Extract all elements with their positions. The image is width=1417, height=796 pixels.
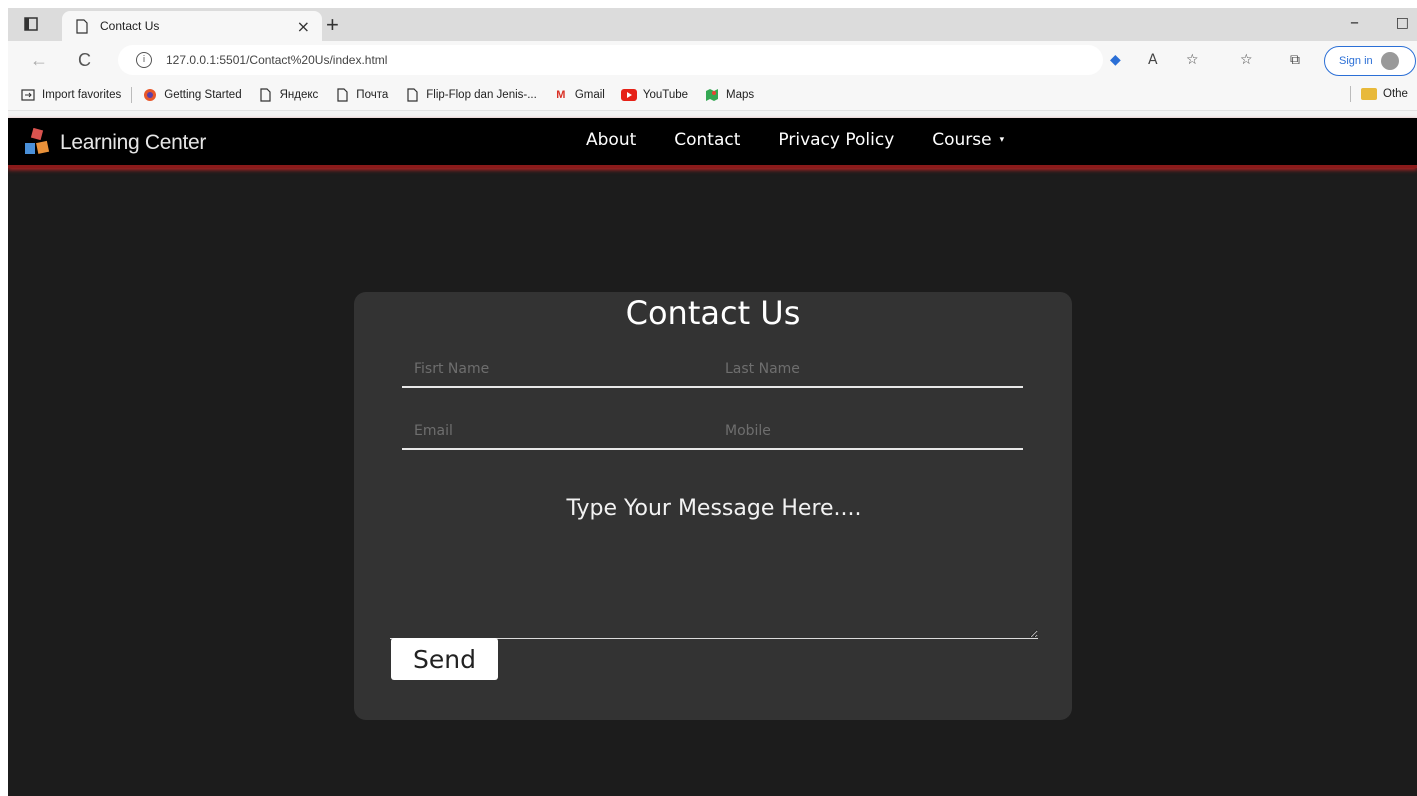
firefox-icon <box>142 88 158 102</box>
tab-strip: Contact Us × + – □ <box>8 8 1417 41</box>
new-tab-button[interactable]: + <box>326 12 339 38</box>
address-url[interactable]: 127.0.0.1:5501/Contact%20Us/index.html <box>166 53 387 67</box>
avatar <box>1380 52 1399 70</box>
send-button[interactable]: Send <box>391 638 498 680</box>
mobile-input[interactable] <box>723 418 997 444</box>
name-row <box>402 350 1023 388</box>
brand[interactable]: Learning Center <box>24 127 207 158</box>
favorite-import[interactable]: Import favorites <box>20 88 121 102</box>
maps-icon <box>704 88 720 102</box>
tab-actions-icon <box>24 17 38 31</box>
favorite-label: Яндекс <box>279 89 319 101</box>
nav-links: About Contact Privacy Policy Course ▾ <box>586 130 1042 150</box>
favorite-yandex[interactable]: Яндекс <box>258 88 319 102</box>
last-name-input[interactable] <box>723 356 997 382</box>
sign-in-label: Sign in <box>1339 55 1373 67</box>
message-textarea[interactable] <box>390 486 1038 639</box>
import-icon <box>20 88 36 102</box>
form-title: Contact Us <box>625 294 801 332</box>
page-icon <box>334 88 350 102</box>
logo-icon <box>24 127 50 158</box>
info-icon[interactable]: i <box>136 52 152 68</box>
other-favorites-label: Othe <box>1383 88 1408 100</box>
favorite-maps[interactable]: Maps <box>704 88 754 102</box>
read-aloud-icon[interactable]: A <box>1148 52 1158 68</box>
favorite-label: Flip-Flop dan Jenis-... <box>426 89 537 101</box>
favorite-flip-flop[interactable]: Flip-Flop dan Jenis-... <box>404 88 537 102</box>
favorite-youtube[interactable]: YouTube <box>620 88 689 102</box>
youtube-icon <box>620 88 637 102</box>
favorite-label: Gmail <box>574 89 605 101</box>
other-favorites[interactable]: Othe <box>1350 86 1408 102</box>
page-icon <box>76 18 90 34</box>
nav-about[interactable]: About <box>586 130 636 150</box>
tab-close-icon[interactable]: × <box>297 17 310 36</box>
sign-in-button[interactable]: Sign in <box>1324 46 1416 76</box>
tab-title: Contact Us <box>100 19 160 33</box>
favorite-label: Maps <box>726 89 755 101</box>
favorites-separator <box>1350 86 1351 102</box>
page-icon <box>404 88 420 102</box>
tab-actions-button[interactable] <box>22 16 40 32</box>
email-input[interactable] <box>412 418 686 444</box>
refresh-icon[interactable]: C <box>78 50 91 71</box>
maximize-icon[interactable]: □ <box>1396 15 1409 31</box>
favorite-getting-started[interactable]: Getting Started <box>142 88 242 102</box>
web-page: Learning Center About Contact Privacy Po… <box>8 118 1417 796</box>
address-bar[interactable]: i 127.0.0.1:5501/Contact%20Us/index.html <box>118 45 1103 75</box>
page-icon <box>258 88 274 102</box>
nav-contact[interactable]: Contact <box>674 130 740 150</box>
site-navbar: Learning Center About Contact Privacy Po… <box>8 118 1417 168</box>
favorite-label: Почта <box>356 89 389 101</box>
add-favorite-icon[interactable]: ☆ <box>1186 52 1199 68</box>
nav-course-label: Course <box>932 130 992 150</box>
caret-down-icon: ▾ <box>999 135 1005 145</box>
minimize-icon[interactable]: – <box>1350 12 1359 33</box>
tag-icon[interactable]: ◆ <box>1110 52 1121 68</box>
favorites-separator <box>131 87 133 103</box>
brand-name: Learning Center <box>60 131 207 154</box>
browser-window: Contact Us × + – □ ← C i 127.0.0.1:5501/… <box>8 8 1417 796</box>
favorite-label: Getting Started <box>164 89 242 101</box>
favorite-gmail[interactable]: M Gmail <box>553 88 605 102</box>
nav-course-dropdown[interactable]: Course ▾ <box>932 130 1004 150</box>
favorite-label: YouTube <box>642 89 689 101</box>
contact-form-card: Contact Us Send <box>354 292 1072 720</box>
contact-row <box>402 412 1023 450</box>
address-toolbar: ← C i 127.0.0.1:5501/Contact%20Us/index.… <box>8 41 1417 80</box>
favorite-label: Import favorites <box>42 89 122 101</box>
nav-privacy-policy[interactable]: Privacy Policy <box>778 130 894 150</box>
active-tab[interactable]: Contact Us × <box>62 11 322 41</box>
gmail-icon: M <box>556 89 566 101</box>
favorites-bar: Import favorites Getting Started Яндекс … <box>8 80 1417 111</box>
favorites-icon[interactable]: ☆ <box>1240 52 1253 68</box>
collections-icon[interactable]: ⧉ <box>1290 52 1300 68</box>
first-name-input[interactable] <box>412 356 686 382</box>
folder-icon <box>1361 88 1377 100</box>
favorite-pochta[interactable]: Почта <box>334 88 388 102</box>
back-icon[interactable]: ← <box>30 50 48 71</box>
